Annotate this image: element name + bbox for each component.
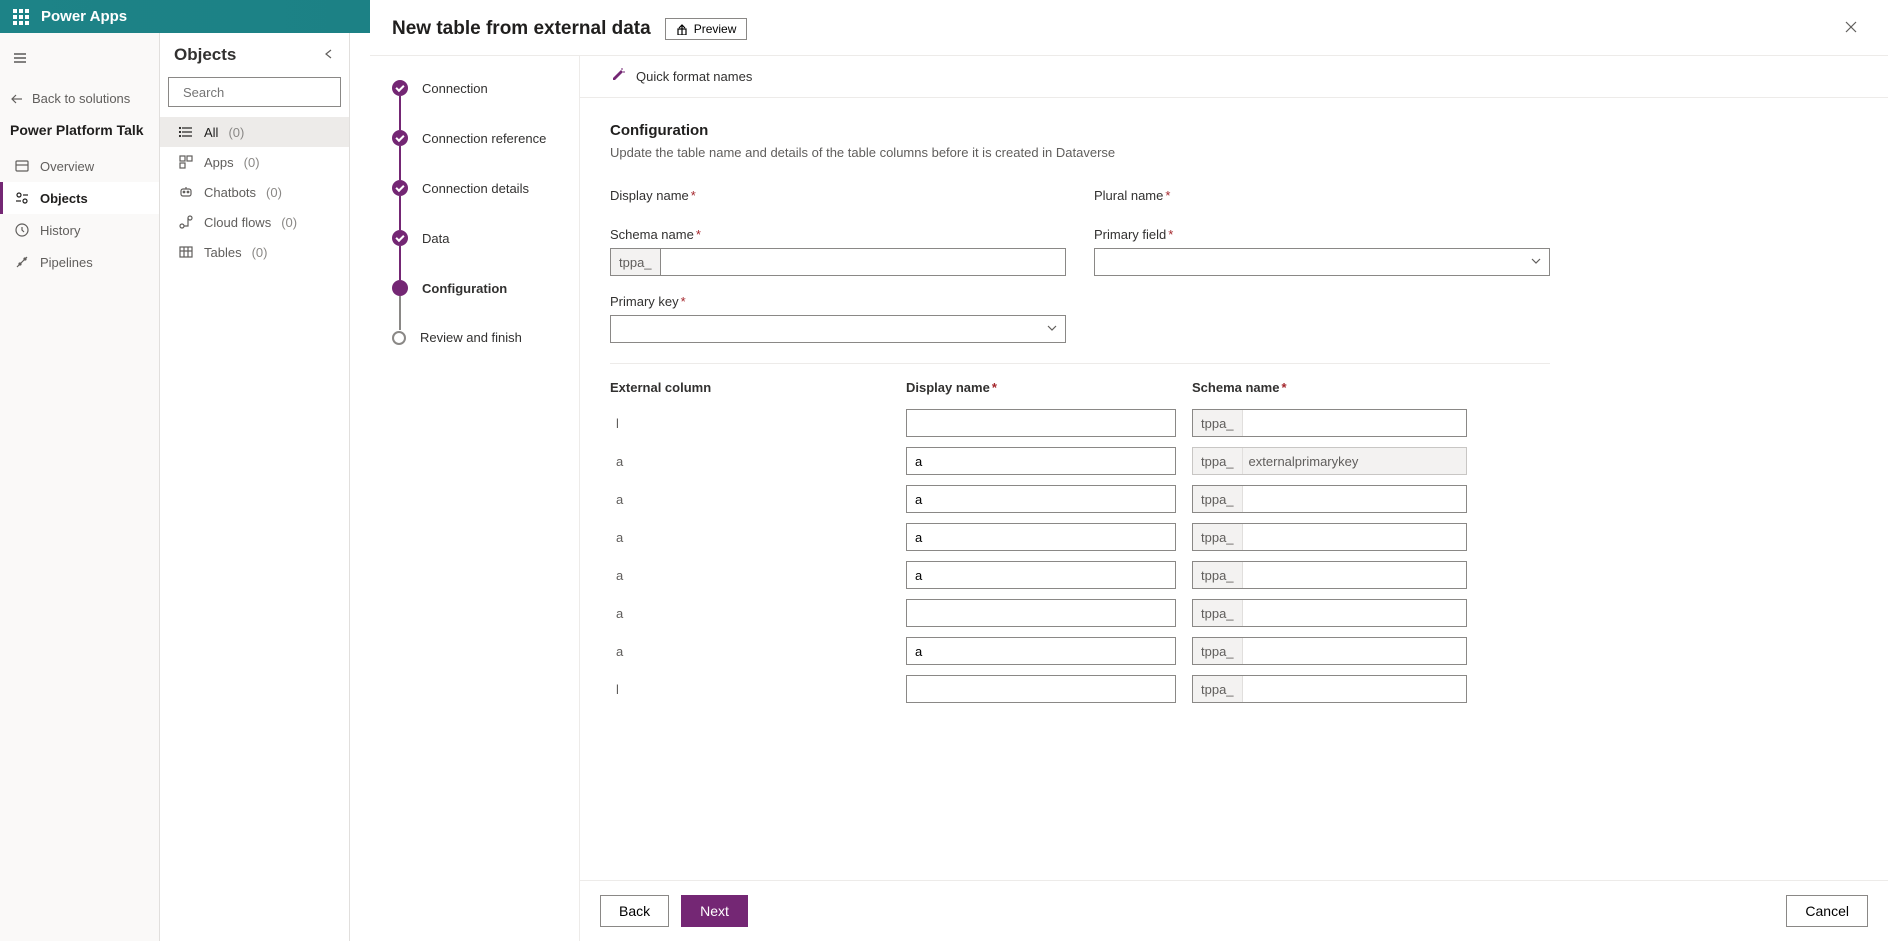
col-header-external: External column [610,380,890,395]
nav-overview[interactable]: Overview [0,150,159,182]
arrow-left-icon [10,92,24,106]
overview-icon [14,158,30,174]
chatbot-icon [178,184,194,200]
apps-icon [178,154,194,170]
waffle-icon[interactable] [4,0,37,33]
column-display-name-input[interactable] [906,675,1176,703]
left-nav-rail: Back to solutions Power Platform Talk Ov… [0,33,160,941]
column-display-name-input[interactable] [906,637,1176,665]
column-schema-name-input[interactable]: tppa_ [1192,409,1467,437]
column-display-name-input[interactable] [906,523,1176,551]
external-column-name: l [610,416,890,431]
back-label: Back to solutions [32,91,130,106]
collapse-panel-icon[interactable] [323,47,335,63]
table-icon [178,244,194,260]
config-description: Update the table name and details of the… [610,145,1858,160]
column-schema-name-input: tppa_ [1192,447,1467,475]
wizard-stepper: Connection Connection reference Connecti… [370,56,580,941]
column-schema-name-input[interactable]: tppa_ [1192,675,1467,703]
history-icon [14,222,30,238]
primary-field-label: Primary field* [1094,227,1550,242]
plural-name-label: Plural name* [1094,188,1550,203]
primary-key-label: Primary key* [610,294,1066,309]
objects-chatbots[interactable]: Chatbots (0) [160,177,349,207]
step-review: Review and finish [392,330,571,345]
flow-icon [178,214,194,230]
column-schema-name-input[interactable]: tppa_ [1192,523,1467,551]
close-modal-button[interactable] [1836,12,1866,45]
objects-cloud-flows[interactable]: Cloud flows (0) [160,207,349,237]
preview-icon [676,23,688,35]
objects-icon [14,190,30,206]
objects-title: Objects [174,45,236,65]
external-column-name: a [610,568,890,583]
column-display-name-input[interactable] [906,409,1176,437]
col-header-display: Display name* [906,380,1176,395]
primary-key-select[interactable] [610,315,1066,343]
external-column-name: a [610,606,890,621]
objects-all[interactable]: All (0) [160,117,349,147]
external-column-name: a [610,454,890,469]
column-schema-name-input[interactable]: tppa_ [1192,637,1467,665]
column-display-name-input[interactable] [906,561,1176,589]
magic-wand-icon [610,67,626,86]
column-schema-name-input[interactable]: tppa_ [1192,485,1467,513]
column-schema-name-input[interactable]: tppa_ [1192,599,1467,627]
external-column-name: l [610,682,890,697]
col-header-schema: Schema name* [1192,380,1467,395]
external-column-name: a [610,530,890,545]
objects-apps[interactable]: Apps (0) [160,147,349,177]
display-name-label: Display name* [610,188,1066,203]
schema-name-input[interactable]: tppa_ [610,248,1066,276]
step-data[interactable]: Data [392,230,571,246]
objects-panel: Objects All (0) Apps (0) Chatbots (0) Cl… [160,33,350,941]
solution-name: Power Platform Talk [0,114,159,150]
column-display-name-input[interactable] [906,599,1176,627]
primary-field-select[interactable] [1094,248,1550,276]
step-connection-reference[interactable]: Connection reference [392,130,571,146]
hamburger-icon[interactable] [4,43,36,73]
step-connection[interactable]: Connection [392,80,571,96]
external-column-name: a [610,492,890,507]
config-heading: Configuration [610,122,1858,139]
pipelines-icon [14,254,30,270]
next-button[interactable]: Next [681,895,748,927]
cancel-button[interactable]: Cancel [1786,895,1868,927]
preview-button[interactable]: Preview [665,18,748,40]
step-connection-details[interactable]: Connection details [392,180,571,196]
close-icon [1844,20,1858,34]
chevron-left-icon [323,48,335,60]
new-table-modal: New table from external data Preview Con… [370,0,1888,941]
app-title: Power Apps [41,8,127,25]
nav-pipelines[interactable]: Pipelines [0,246,159,278]
nav-history[interactable]: History [0,214,159,246]
column-display-name-input[interactable] [906,447,1176,475]
schema-name-field[interactable] [660,248,1066,276]
objects-search[interactable] [168,77,341,107]
column-schema-name-input[interactable]: tppa_ [1192,561,1467,589]
objects-tables[interactable]: Tables (0) [160,237,349,267]
schema-name-label: Schema name* [610,227,1066,242]
step-configuration[interactable]: Configuration [392,280,571,296]
nav-objects[interactable]: Objects [0,182,159,214]
quick-format-names[interactable]: Quick format names [580,56,1888,98]
modal-footer: Back Next Cancel [580,880,1888,941]
modal-header: New table from external data Preview [370,0,1888,55]
external-column-name: a [610,644,890,659]
back-to-solutions[interactable]: Back to solutions [0,83,159,114]
modal-title: New table from external data [392,18,651,40]
back-button[interactable]: Back [600,895,669,927]
list-icon [178,124,194,140]
column-display-name-input[interactable] [906,485,1176,513]
search-input[interactable] [183,85,359,100]
